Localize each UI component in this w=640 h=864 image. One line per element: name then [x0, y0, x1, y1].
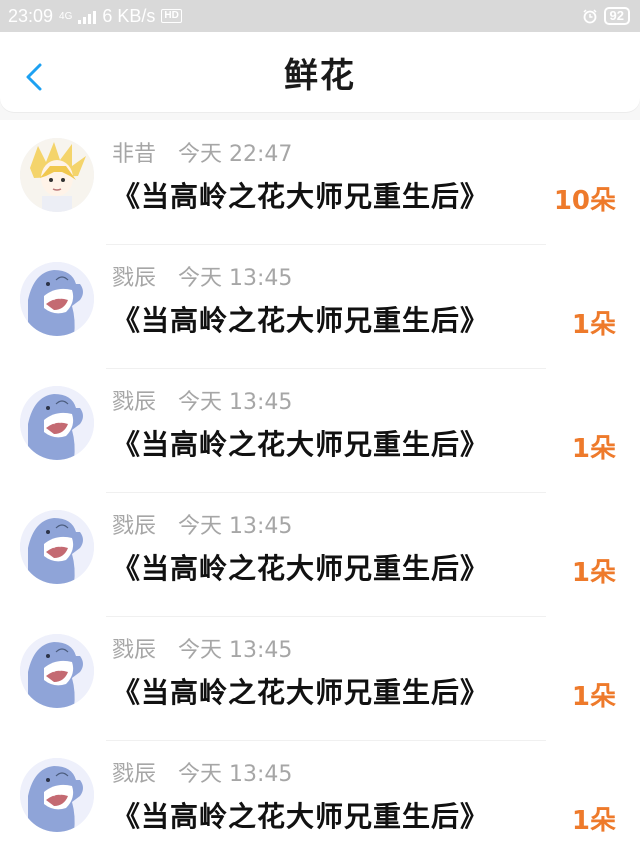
shark-icon [20, 758, 94, 832]
row-meta: 戮辰 今天 13:45 [112, 384, 292, 416]
book-title[interactable]: 《当高岭之花大师兄重生后》 [112, 547, 489, 587]
avatar[interactable] [20, 262, 94, 336]
flower-count: 1朵 [571, 558, 616, 588]
user-name[interactable]: 戮辰 [112, 756, 156, 788]
battery-icon: 92 [603, 7, 630, 25]
user-name[interactable]: 戮辰 [112, 384, 156, 416]
avatar[interactable] [20, 138, 94, 212]
flower-count: 1朵 [571, 682, 616, 712]
timestamp: 今天 13:45 [178, 638, 293, 663]
shark-icon [20, 386, 94, 460]
user-name[interactable]: 非昔 [112, 136, 156, 168]
status-right: 92 [582, 7, 630, 25]
row-meta: 戮辰 今天 13:45 [112, 508, 292, 540]
book-title[interactable]: 《当高岭之花大师兄重生后》 [112, 299, 489, 339]
avatar[interactable] [20, 758, 94, 832]
status-time: 23:09 [8, 5, 54, 26]
list-item[interactable]: 戮辰 今天 13:45 《当高岭之花大师兄重生后》 1朵 [0, 616, 640, 740]
list-item[interactable]: 戮辰 今天 13:45 《当高岭之花大师兄重生后》 1朵 [0, 368, 640, 492]
row-meta: 戮辰 今天 13:45 [112, 756, 292, 788]
shark-icon [20, 634, 94, 708]
blonde-character-icon [20, 138, 94, 212]
avatar[interactable] [20, 386, 94, 460]
list-item[interactable]: 戮辰 今天 13:45 《当高岭之花大师兄重生后》 1朵 [0, 492, 640, 616]
page-title: 鲜花 [284, 55, 356, 96]
back-button[interactable] [22, 62, 46, 92]
alarm-icon [583, 9, 597, 24]
hd-icon: HD [161, 9, 182, 23]
row-meta: 戮辰 今天 13:45 [112, 632, 292, 664]
book-title[interactable]: 《当高岭之花大师兄重生后》 [112, 671, 489, 711]
user-name[interactable]: 戮辰 [112, 632, 156, 664]
shark-icon [20, 510, 94, 584]
network-label: 4G [59, 10, 73, 22]
header: 鲜花 [0, 32, 640, 112]
book-title[interactable]: 《当高岭之花大师兄重生后》 [112, 795, 489, 835]
flower-count: 1朵 [571, 434, 616, 464]
flower-count: 10朵 [553, 186, 616, 216]
signal-icon [78, 8, 97, 24]
list-item[interactable]: 非昔 今天 22:47 《当高岭之花大师兄重生后》 10朵 [0, 120, 640, 244]
avatar[interactable] [20, 634, 94, 708]
timestamp: 今天 22:47 [178, 142, 293, 167]
flower-count: 1朵 [571, 806, 616, 836]
user-name[interactable]: 戮辰 [112, 260, 156, 292]
status-left: 23:09 4G 6 KB/s HD [8, 6, 182, 27]
row-meta: 非昔 今天 22:47 [112, 136, 292, 168]
row-meta: 戮辰 今天 13:45 [112, 260, 292, 292]
flower-count: 1朵 [571, 310, 616, 340]
timestamp: 今天 13:45 [178, 762, 293, 787]
book-title[interactable]: 《当高岭之花大师兄重生后》 [112, 175, 489, 215]
network-speed: 6 KB/s [102, 5, 156, 26]
timestamp: 今天 13:45 [178, 266, 293, 291]
status-bar: 23:09 4G 6 KB/s HD 92 [0, 0, 640, 32]
list-item[interactable]: 戮辰 今天 13:45 《当高岭之花大师兄重生后》 1朵 [0, 244, 640, 368]
timestamp: 今天 13:45 [178, 514, 293, 539]
book-title[interactable]: 《当高岭之花大师兄重生后》 [112, 423, 489, 463]
list-item[interactable]: 戮辰 今天 13:45 《当高岭之花大师兄重生后》 1朵 [0, 740, 640, 864]
user-name[interactable]: 戮辰 [112, 508, 156, 540]
shark-icon [20, 262, 94, 336]
avatar[interactable] [20, 510, 94, 584]
timestamp: 今天 13:45 [178, 390, 293, 415]
flower-list: 非昔 今天 22:47 《当高岭之花大师兄重生后》 10朵 戮辰 今天 13:4… [0, 120, 640, 864]
